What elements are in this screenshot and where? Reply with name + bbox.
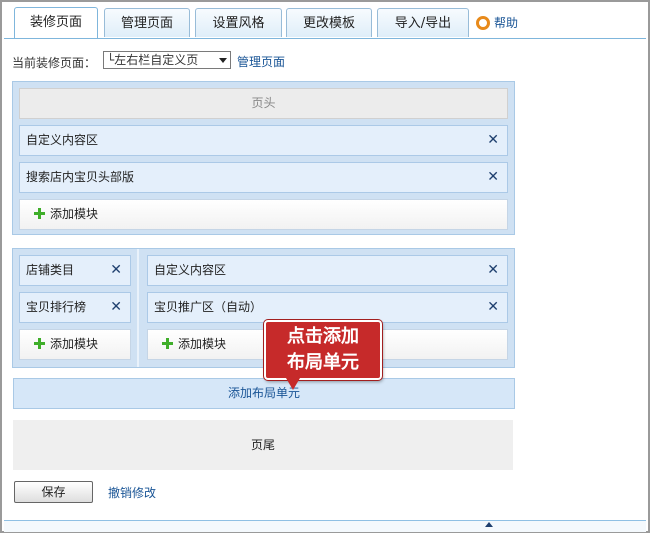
- page-header-block: 页头: [19, 88, 508, 119]
- tab-manage-page[interactable]: 管理页面: [104, 8, 190, 37]
- module-label: 宝贝推广区（自动）: [154, 300, 263, 314]
- add-module-left-button[interactable]: 添加模块: [19, 329, 131, 360]
- module-item-promotion[interactable]: 宝贝推广区（自动） ✕: [147, 292, 508, 323]
- manage-page-link[interactable]: 管理页面: [237, 54, 285, 70]
- callout-line-2: 布局单元: [287, 352, 359, 373]
- decorate-window: 装修页面 管理页面 设置风格 更改模板 导入/导出 帮助 当前装修页面： └左右…: [0, 0, 650, 533]
- add-module-label: 添加模块: [50, 337, 99, 351]
- callout-pointer: [286, 378, 300, 390]
- module-shop-categories[interactable]: 店铺类目 ✕: [19, 255, 131, 286]
- module-label: 自定义内容区: [26, 133, 99, 147]
- module-label: 自定义内容区: [154, 263, 227, 277]
- close-icon[interactable]: ✕: [487, 163, 499, 192]
- callout-line-1: 点击添加: [287, 326, 359, 347]
- module-search-header[interactable]: 搜索店内宝贝头部版 ✕: [19, 162, 508, 193]
- module-label: 宝贝排行榜: [26, 300, 87, 314]
- tab-change-template[interactable]: 更改模板: [286, 8, 372, 37]
- close-icon[interactable]: ✕: [487, 256, 499, 285]
- help-icon: [476, 16, 490, 30]
- close-icon[interactable]: ✕: [110, 256, 122, 285]
- plus-icon: [34, 208, 45, 219]
- column-divider: [137, 249, 139, 367]
- tab-bar: 装修页面 管理页面 设置风格 更改模板 导入/导出 帮助: [4, 4, 646, 39]
- undo-changes-link[interactable]: 撤销修改: [108, 485, 156, 501]
- module-item-ranking[interactable]: 宝贝排行榜 ✕: [19, 292, 131, 323]
- save-button[interactable]: 保存: [14, 481, 93, 503]
- bottom-bar: [4, 520, 646, 532]
- tooltip-callout: 点击添加 布局单元: [264, 320, 382, 380]
- page-select[interactable]: └左右栏自定义页: [103, 51, 231, 69]
- current-page-label: 当前装修页面：: [12, 56, 97, 70]
- add-layout-unit-button[interactable]: 添加布局单元: [13, 378, 515, 409]
- page-footer-block: 页尾: [13, 420, 513, 470]
- close-icon[interactable]: ✕: [487, 126, 499, 155]
- help-label: 帮助: [494, 16, 519, 30]
- page-select-value: └左右栏自定义页: [107, 53, 199, 67]
- module-custom-content[interactable]: 自定义内容区 ✕: [19, 125, 508, 156]
- tab-set-style[interactable]: 设置风格: [195, 8, 282, 37]
- chevron-down-icon: [219, 58, 227, 63]
- add-module-label: 添加模块: [178, 337, 227, 351]
- help-link[interactable]: 帮助: [476, 14, 518, 32]
- close-icon[interactable]: ✕: [487, 293, 499, 322]
- tab-decorate-page[interactable]: 装修页面: [14, 7, 98, 38]
- module-label: 搜索店内宝贝头部版: [26, 170, 135, 184]
- module-label: 店铺类目: [26, 263, 75, 277]
- add-module-label: 添加模块: [50, 207, 99, 221]
- plus-icon: [162, 338, 173, 349]
- module-custom-content-right[interactable]: 自定义内容区 ✕: [147, 255, 508, 286]
- tab-import-export[interactable]: 导入/导出: [377, 8, 469, 37]
- add-module-button[interactable]: 添加模块: [19, 199, 508, 230]
- plus-icon: [34, 338, 45, 349]
- close-icon[interactable]: ✕: [110, 293, 122, 322]
- collapse-arrow-icon[interactable]: [485, 522, 493, 527]
